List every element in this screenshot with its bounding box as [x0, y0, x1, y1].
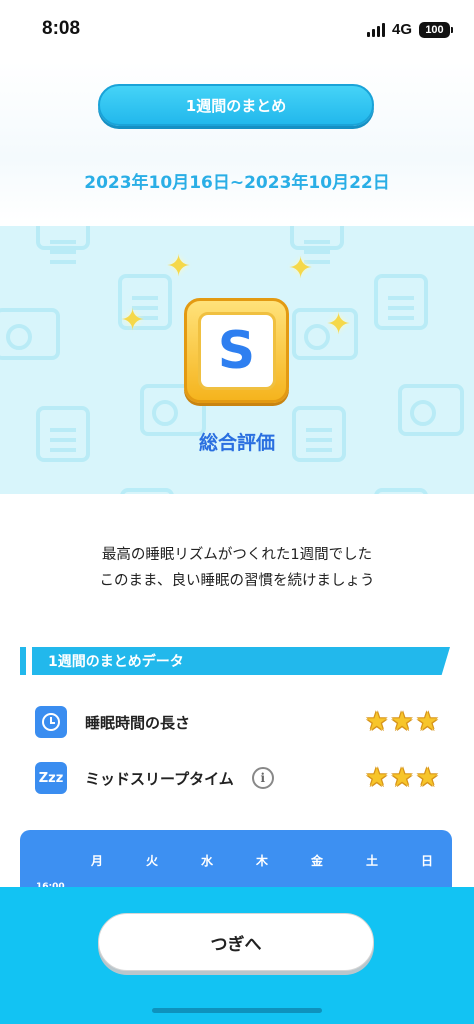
sparkle-icon: ✦ [288, 251, 314, 286]
document-icon [290, 226, 344, 250]
section-header: 1週間のまとめデータ [20, 647, 450, 675]
rank-letter: S [217, 320, 256, 381]
day-label: 土 [365, 854, 378, 868]
day-label: 日 [420, 854, 433, 868]
info-icon[interactable]: i [251, 767, 274, 789]
summary-message: 最高の睡眠リズムがつくれた1週間でした このまま、良い睡眠の習慣を続けましょう [0, 542, 474, 594]
document-icon [374, 488, 428, 494]
star-rating: ★ ★ ★ [365, 709, 439, 735]
card-icon [0, 308, 60, 360]
next-button[interactable]: つぎへ [98, 913, 374, 971]
date-range: 2023年10月16日~2023年10月22日 [84, 173, 390, 193]
status-time: 8:08 [42, 18, 81, 39]
sparkle-icon: ✦ [120, 303, 146, 338]
summary-row-label: 睡眠時間の長さ [85, 713, 191, 732]
day-label: 月 [90, 854, 103, 868]
status-bar: 8:08 4G 100 [0, 0, 474, 62]
star-icon: ★ [390, 707, 414, 737]
status-right: 4G 100 [366, 21, 453, 38]
chart-day-labels: 月 火 水 木 金 土 日 [82, 852, 442, 869]
summary-row-label: ミッドスリープタイム [85, 769, 234, 788]
rank-badge: S [184, 298, 289, 403]
document-icon [120, 488, 174, 494]
network-label: 4G [391, 21, 412, 38]
rank-badge-inner: S [197, 311, 276, 390]
document-icon [36, 226, 90, 250]
sparkle-icon: ✦ [166, 249, 192, 284]
battery-icon: 100 [419, 21, 453, 38]
day-label: 水 [200, 854, 213, 868]
signal-icon [366, 22, 385, 37]
clock-icon [35, 706, 67, 738]
home-indicator[interactable] [152, 1008, 322, 1013]
day-label: 金 [310, 854, 323, 868]
section-accent [20, 647, 26, 675]
zzz-icon: Zzz [35, 762, 67, 794]
section-title: 1週間のまとめデータ [32, 647, 450, 675]
page-title: 1週間のまとめ [98, 84, 374, 126]
summary-row-mid-sleep-time: Zzz ミッドスリープタイム i ★ ★ ★ [35, 761, 439, 795]
star-icon: ★ [365, 707, 389, 737]
message-line-1: 最高の睡眠リズムがつくれた1週間でした [101, 547, 373, 563]
message-line-2: このまま、良い睡眠の習慣を続けましょう [99, 573, 375, 589]
star-icon: ★ [415, 707, 439, 737]
star-icon: ★ [390, 763, 414, 793]
sparkle-icon: ✦ [326, 307, 352, 342]
day-label: 木 [255, 854, 268, 868]
star-icon: ★ [415, 763, 439, 793]
document-icon [374, 274, 428, 330]
summary-row-sleep-duration: 睡眠時間の長さ ★ ★ ★ [35, 705, 439, 739]
star-rating: ★ ★ ★ [365, 765, 439, 791]
star-icon: ★ [365, 763, 389, 793]
rank-label: 総合評価 [198, 432, 275, 454]
day-label: 火 [145, 854, 158, 868]
